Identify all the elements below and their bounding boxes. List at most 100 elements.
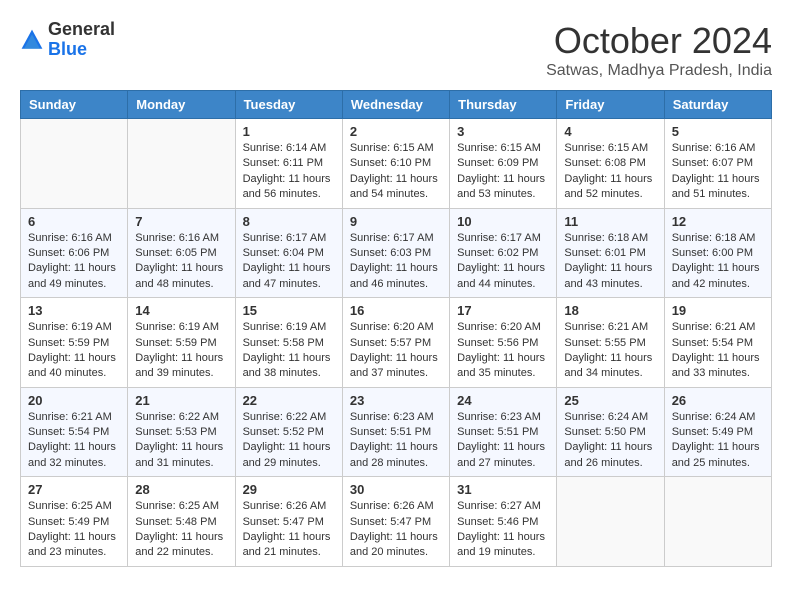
title-section: October 2024 Satwas, Madhya Pradesh, Ind… — [546, 20, 772, 80]
day-info: Sunrise: 6:23 AM Sunset: 5:51 PM Dayligh… — [350, 410, 442, 472]
calendar-cell: 27Sunrise: 6:25 AM Sunset: 5:49 PM Dayli… — [21, 477, 128, 567]
day-number: 17 — [457, 303, 549, 318]
calendar-cell: 31 Sunrise: 6:27 AM Sunset: 5:46 PM Dayli… — [450, 477, 557, 567]
day-number: 7 — [135, 214, 227, 229]
calendar-cell: 23 Sunrise: 6:23 AM Sunset: 5:51 PM Dayli… — [342, 387, 449, 477]
logo-text: General Blue — [48, 20, 115, 60]
calendar-cell: 28 Sunrise: 6:25 AM Sunset: 5:48 PM Dayli… — [128, 477, 235, 567]
day-info: Sunrise: 6:20 AM Sunset: 5:57 PM Dayligh… — [350, 320, 442, 382]
calendar-cell: 11 Sunrise: 6:18 AM Sunset: 6:01 PM Dayli… — [557, 208, 664, 298]
day-info: Sunrise: 6:14 AM Sunset: 6:11 PM Dayligh… — [243, 141, 335, 203]
day-info: Sunrise: 6:16 AM Sunset: 6:07 PM Dayligh… — [672, 141, 764, 203]
day-info: Sunrise: 6:19 AM Sunset: 5:59 PM Dayligh… — [135, 320, 227, 382]
calendar-cell: 24 Sunrise: 6:23 AM Sunset: 5:51 PM Dayli… — [450, 387, 557, 477]
calendar-cell: 7 Sunrise: 6:16 AM Sunset: 6:05 PM Daylig… — [128, 208, 235, 298]
calendar-header: SundayMondayTuesdayWednesdayThursdayFrid… — [21, 91, 772, 119]
calendar-week-5: 27Sunrise: 6:25 AM Sunset: 5:49 PM Dayli… — [21, 477, 772, 567]
calendar-cell: 22Sunrise: 6:22 AM Sunset: 5:52 PM Dayli… — [235, 387, 342, 477]
calendar-cell: 5 Sunrise: 6:16 AM Sunset: 6:07 PM Daylig… — [664, 119, 771, 209]
calendar-cell: 13 Sunrise: 6:19 AM Sunset: 5:59 PM Dayli… — [21, 298, 128, 388]
day-info: Sunrise: 6:17 AM Sunset: 6:04 PM Dayligh… — [243, 231, 335, 293]
calendar-cell: 26Sunrise: 6:24 AM Sunset: 5:49 PM Dayli… — [664, 387, 771, 477]
day-number: 29 — [243, 482, 335, 497]
day-info: Sunrise: 6:24 AM Sunset: 5:50 PM Dayligh… — [564, 410, 656, 472]
calendar-cell: 10Sunrise: 6:17 AM Sunset: 6:02 PM Dayli… — [450, 208, 557, 298]
day-number: 13 — [28, 303, 120, 318]
day-number: 2 — [350, 124, 442, 139]
day-number: 16 — [350, 303, 442, 318]
day-info: Sunrise: 6:19 AM Sunset: 5:58 PM Dayligh… — [243, 320, 335, 382]
day-number: 19 — [672, 303, 764, 318]
calendar-cell — [664, 477, 771, 567]
calendar-cell: 1 Sunrise: 6:14 AM Sunset: 6:11 PM Daylig… — [235, 119, 342, 209]
day-number: 14 — [135, 303, 227, 318]
day-info: Sunrise: 6:15 AM Sunset: 6:08 PM Dayligh… — [564, 141, 656, 203]
calendar-cell: 15Sunrise: 6:19 AM Sunset: 5:58 PM Dayli… — [235, 298, 342, 388]
location-title: Satwas, Madhya Pradesh, India — [546, 62, 772, 80]
day-info: Sunrise: 6:19 AM Sunset: 5:59 PM Dayligh… — [28, 320, 120, 382]
calendar-cell: 4Sunrise: 6:15 AM Sunset: 6:08 PM Daylig… — [557, 119, 664, 209]
day-number: 23 — [350, 393, 442, 408]
calendar-cell: 16 Sunrise: 6:20 AM Sunset: 5:57 PM Dayli… — [342, 298, 449, 388]
logo-blue-text: Blue — [48, 40, 115, 60]
calendar-cell: 9 Sunrise: 6:17 AM Sunset: 6:03 PM Daylig… — [342, 208, 449, 298]
day-info: Sunrise: 6:16 AM Sunset: 6:06 PM Dayligh… — [28, 231, 120, 293]
day-header-tuesday: Tuesday — [235, 91, 342, 119]
day-number: 21 — [135, 393, 227, 408]
calendar-cell — [557, 477, 664, 567]
calendar-week-4: 20 Sunrise: 6:21 AM Sunset: 5:54 PM Dayli… — [21, 387, 772, 477]
day-info: Sunrise: 6:15 AM Sunset: 6:10 PM Dayligh… — [350, 141, 442, 203]
day-info: Sunrise: 6:17 AM Sunset: 6:02 PM Dayligh… — [457, 231, 549, 293]
day-number: 5 — [672, 124, 764, 139]
day-header-saturday: Saturday — [664, 91, 771, 119]
calendar-cell — [21, 119, 128, 209]
calendar-cell — [128, 119, 235, 209]
day-number: 1 — [243, 124, 335, 139]
calendar-cell: 12 Sunrise: 6:18 AM Sunset: 6:00 PM Dayli… — [664, 208, 771, 298]
day-info: Sunrise: 6:21 AM Sunset: 5:54 PM Dayligh… — [28, 410, 120, 472]
calendar-cell: 18 Sunrise: 6:21 AM Sunset: 5:55 PM Dayli… — [557, 298, 664, 388]
day-info: Sunrise: 6:26 AM Sunset: 5:47 PM Dayligh… — [350, 499, 442, 561]
day-number: 20 — [28, 393, 120, 408]
day-info: Sunrise: 6:26 AM Sunset: 5:47 PM Dayligh… — [243, 499, 335, 561]
day-info: Sunrise: 6:18 AM Sunset: 6:00 PM Dayligh… — [672, 231, 764, 293]
day-number: 11 — [564, 214, 656, 229]
page-header: General Blue October 2024 Satwas, Madhya… — [20, 20, 772, 80]
month-title: October 2024 — [546, 20, 772, 62]
day-number: 30 — [350, 482, 442, 497]
logo-general-text: General — [48, 20, 115, 40]
day-number: 28 — [135, 482, 227, 497]
calendar-cell: 14 Sunrise: 6:19 AM Sunset: 5:59 PM Dayli… — [128, 298, 235, 388]
day-info: Sunrise: 6:23 AM Sunset: 5:51 PM Dayligh… — [457, 410, 549, 472]
day-number: 18 — [564, 303, 656, 318]
day-info: Sunrise: 6:17 AM Sunset: 6:03 PM Dayligh… — [350, 231, 442, 293]
calendar-cell: 20 Sunrise: 6:21 AM Sunset: 5:54 PM Dayli… — [21, 387, 128, 477]
day-header-sunday: Sunday — [21, 91, 128, 119]
day-number: 31 — [457, 482, 549, 497]
day-info: Sunrise: 6:16 AM Sunset: 6:05 PM Dayligh… — [135, 231, 227, 293]
day-info: Sunrise: 6:21 AM Sunset: 5:54 PM Dayligh… — [672, 320, 764, 382]
calendar-cell: 19 Sunrise: 6:21 AM Sunset: 5:54 PM Dayli… — [664, 298, 771, 388]
day-header-wednesday: Wednesday — [342, 91, 449, 119]
day-info: Sunrise: 6:20 AM Sunset: 5:56 PM Dayligh… — [457, 320, 549, 382]
day-info: Sunrise: 6:21 AM Sunset: 5:55 PM Dayligh… — [564, 320, 656, 382]
day-info: Sunrise: 6:15 AM Sunset: 6:09 PM Dayligh… — [457, 141, 549, 203]
day-info: Sunrise: 6:27 AM Sunset: 5:46 PM Dayligh… — [457, 499, 549, 561]
day-number: 12 — [672, 214, 764, 229]
calendar-cell: 25Sunrise: 6:24 AM Sunset: 5:50 PM Dayli… — [557, 387, 664, 477]
day-info: Sunrise: 6:24 AM Sunset: 5:49 PM Dayligh… — [672, 410, 764, 472]
calendar-week-3: 13 Sunrise: 6:19 AM Sunset: 5:59 PM Dayli… — [21, 298, 772, 388]
logo: General Blue — [20, 20, 115, 60]
day-number: 3 — [457, 124, 549, 139]
calendar-week-2: 6Sunrise: 6:16 AM Sunset: 6:06 PM Daylig… — [21, 208, 772, 298]
day-info: Sunrise: 6:18 AM Sunset: 6:01 PM Dayligh… — [564, 231, 656, 293]
day-info: Sunrise: 6:25 AM Sunset: 5:49 PM Dayligh… — [28, 499, 120, 561]
calendar-table: SundayMondayTuesdayWednesdayThursdayFrid… — [20, 90, 772, 567]
day-number: 24 — [457, 393, 549, 408]
day-info: Sunrise: 6:25 AM Sunset: 5:48 PM Dayligh… — [135, 499, 227, 561]
day-number: 9 — [350, 214, 442, 229]
day-info: Sunrise: 6:22 AM Sunset: 5:52 PM Dayligh… — [243, 410, 335, 472]
calendar-cell: 17 Sunrise: 6:20 AM Sunset: 5:56 PM Dayli… — [450, 298, 557, 388]
calendar-cell: 8Sunrise: 6:17 AM Sunset: 6:04 PM Daylig… — [235, 208, 342, 298]
day-header-thursday: Thursday — [450, 91, 557, 119]
